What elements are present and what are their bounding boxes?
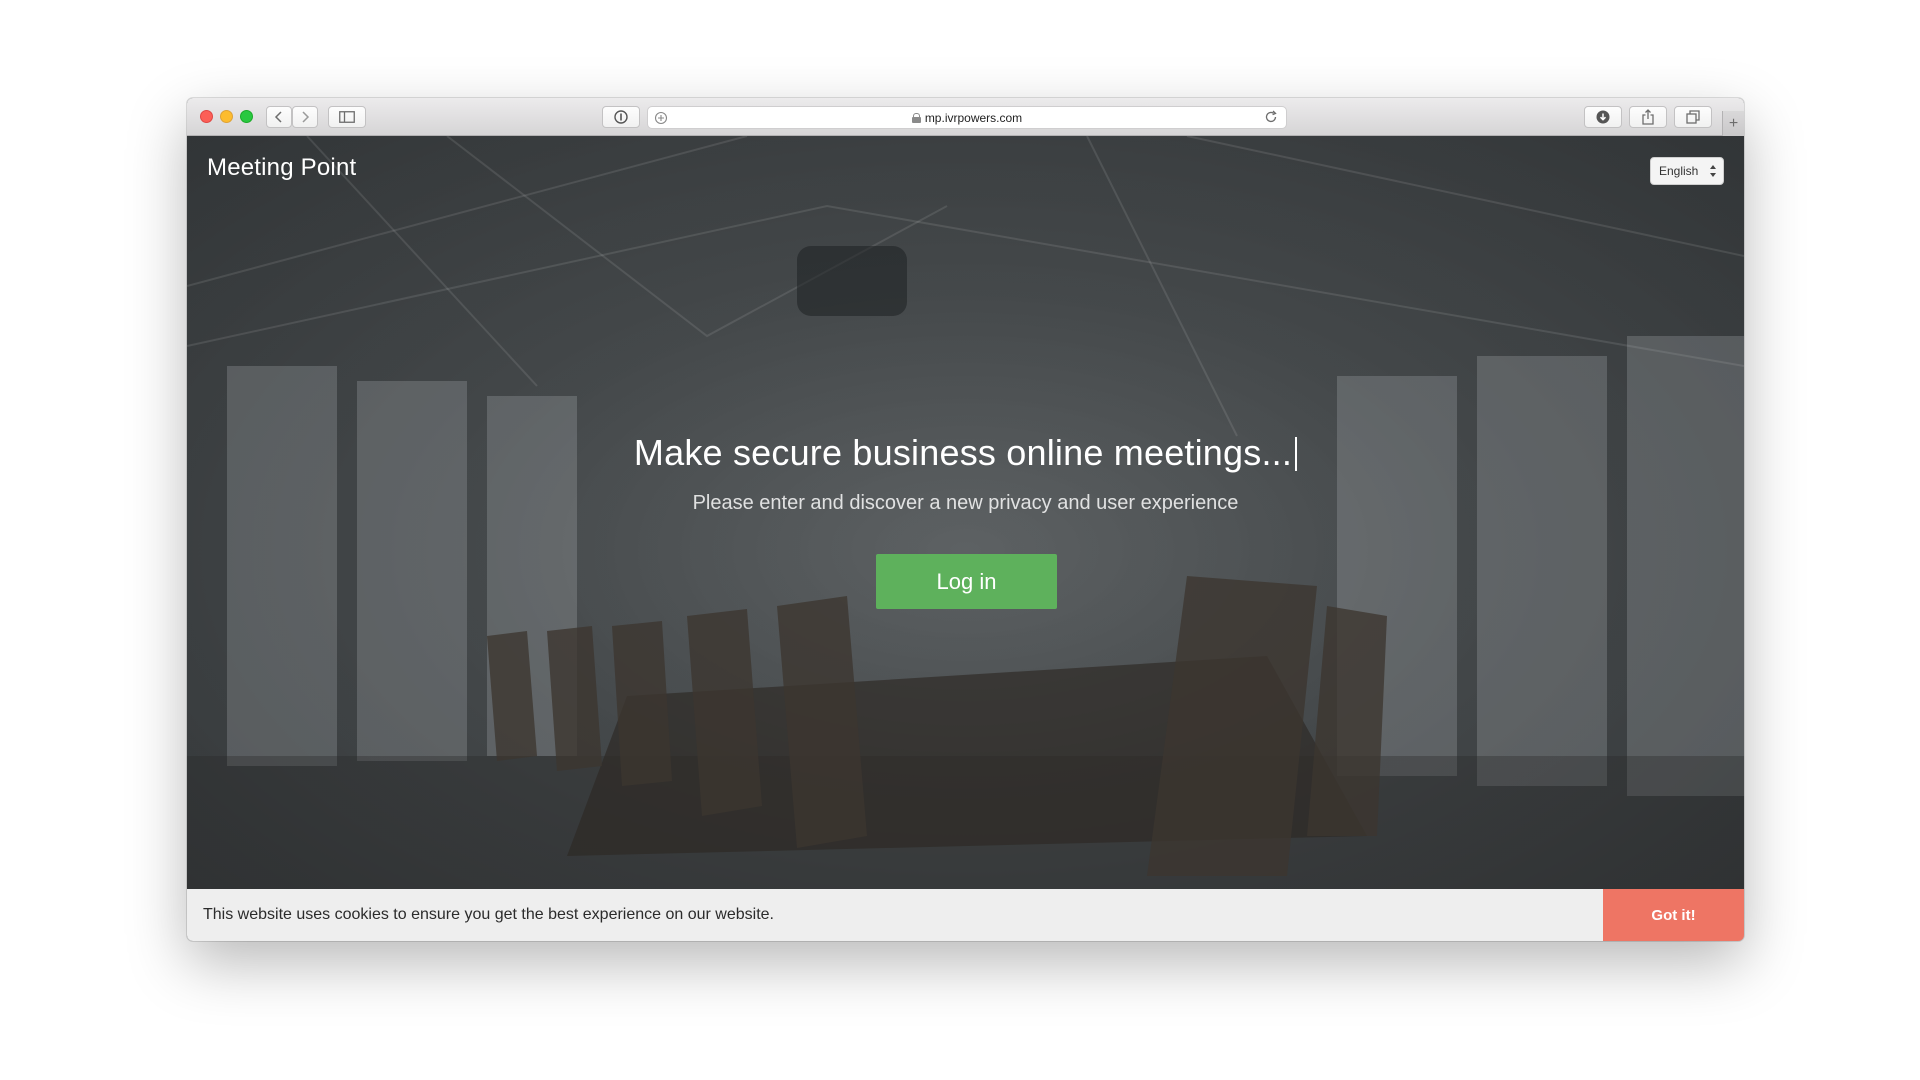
forward-button[interactable] [292,106,318,128]
add-bookmark-icon[interactable] [654,111,668,125]
browser-toolbar: mp.ivrpowers.com + [187,98,1744,136]
lock-icon [911,112,921,123]
projector-shape [797,246,907,316]
cookie-message: This website uses cookies to ensure you … [203,906,774,923]
downloads-button[interactable] [1584,106,1622,128]
chevron-left-icon [274,111,282,123]
language-select-value: English [1659,164,1699,178]
login-button[interactable]: Log in [876,554,1057,609]
brand-title[interactable]: Meeting Point [207,154,356,182]
tabs-icon [1686,110,1700,124]
address-bar[interactable]: mp.ivrpowers.com [647,106,1287,129]
cookie-accept-button[interactable]: Got it! [1603,889,1744,941]
close-window-icon[interactable] [200,110,213,123]
reader-button[interactable] [602,106,640,128]
zoom-window-icon[interactable] [240,110,253,123]
minimize-window-icon[interactable] [220,110,233,123]
tabs-overview-button[interactable] [1674,106,1712,128]
chevron-right-icon [302,111,310,123]
hero-subline: Please enter and discover a new privacy … [692,492,1239,514]
share-button[interactable] [1629,106,1667,128]
language-select[interactable]: English [1650,157,1724,185]
sidebar-button[interactable] [328,106,366,128]
new-tab-button[interactable]: + [1722,111,1744,136]
cookie-banner: This website uses cookies to ensure you … [187,889,1744,941]
plus-icon: + [1728,114,1739,132]
sidebar-icon [339,111,355,123]
reload-icon[interactable] [1264,110,1278,124]
url-text: mp.ivrpowers.com [924,110,1023,125]
hero-headline-text: Make secure business online meetings... [633,432,1293,473]
hero-headline: Make secure business online meetings... [187,432,1744,474]
page-content: Meeting Point English Make secure busine… [187,136,1744,941]
typing-caret [1295,437,1298,471]
download-icon [1596,110,1610,124]
browser-window: mp.ivrpowers.com + Meeting Point English… [187,98,1744,941]
info-icon [614,110,628,124]
url-display: mp.ivrpowers.com [911,110,1023,125]
back-button[interactable] [266,106,292,128]
select-arrows-icon [1710,165,1716,177]
share-icon [1642,109,1654,125]
hero-section: Meeting Point English Make secure busine… [187,136,1744,889]
